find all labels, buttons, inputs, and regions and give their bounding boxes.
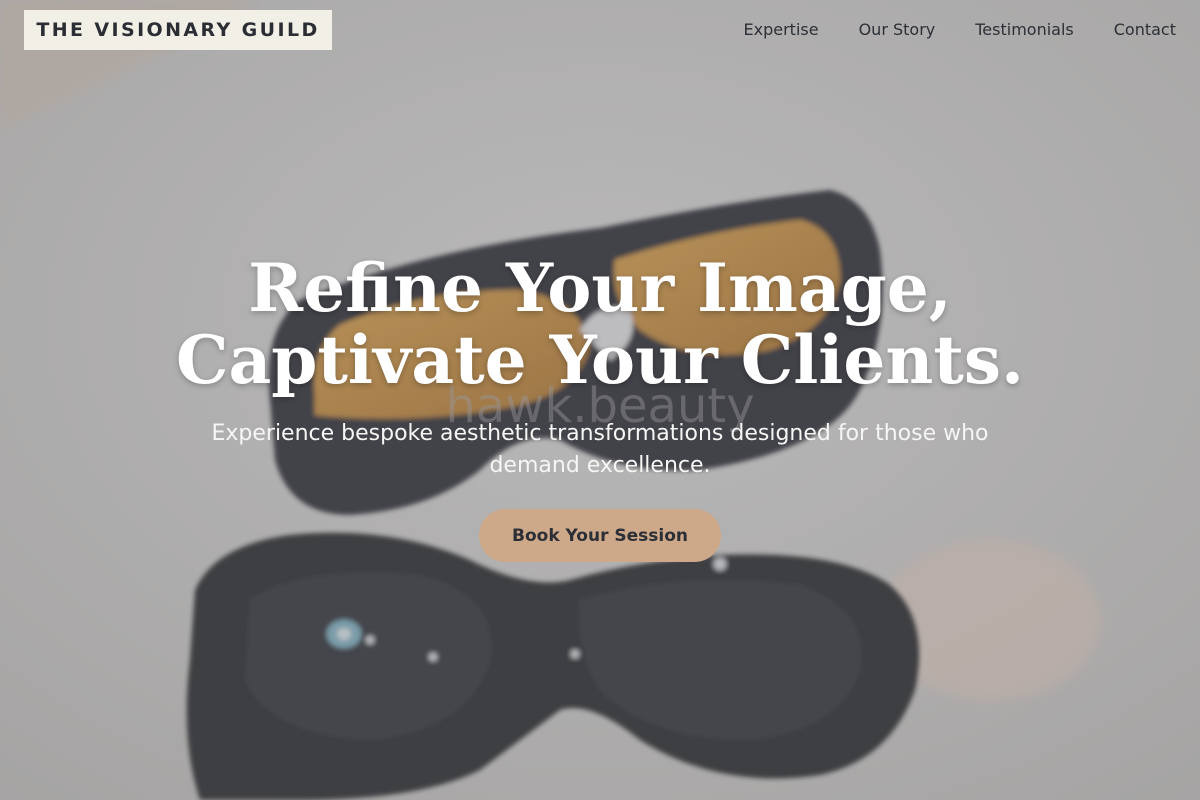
hero-overlay <box>0 0 1200 800</box>
nav-link-our-story[interactable]: Our Story <box>859 20 936 40</box>
hero-headline-line-1: Refine Your Image, <box>248 249 952 327</box>
book-session-button[interactable]: Book Your Session <box>479 509 721 562</box>
hero-subheading: Experience bespoke aesthetic transformat… <box>211 421 989 478</box>
brand-logo[interactable]: THE VISIONARY GUILD <box>24 10 332 50</box>
nav-link-expertise[interactable]: Expertise <box>744 20 819 40</box>
hero-section: hawk.beauty THE VISIONARY GUILD Expertis… <box>0 0 1200 800</box>
main-nav: Expertise Our Story Testimonials Contact <box>744 20 1176 40</box>
hero-headline-line-2: Captivate Your Clients. <box>176 321 1024 399</box>
nav-link-contact[interactable]: Contact <box>1114 20 1176 40</box>
nav-link-testimonials[interactable]: Testimonials <box>975 20 1074 40</box>
hero-headline: Refine Your Image, Captivate Your Client… <box>0 252 1200 396</box>
